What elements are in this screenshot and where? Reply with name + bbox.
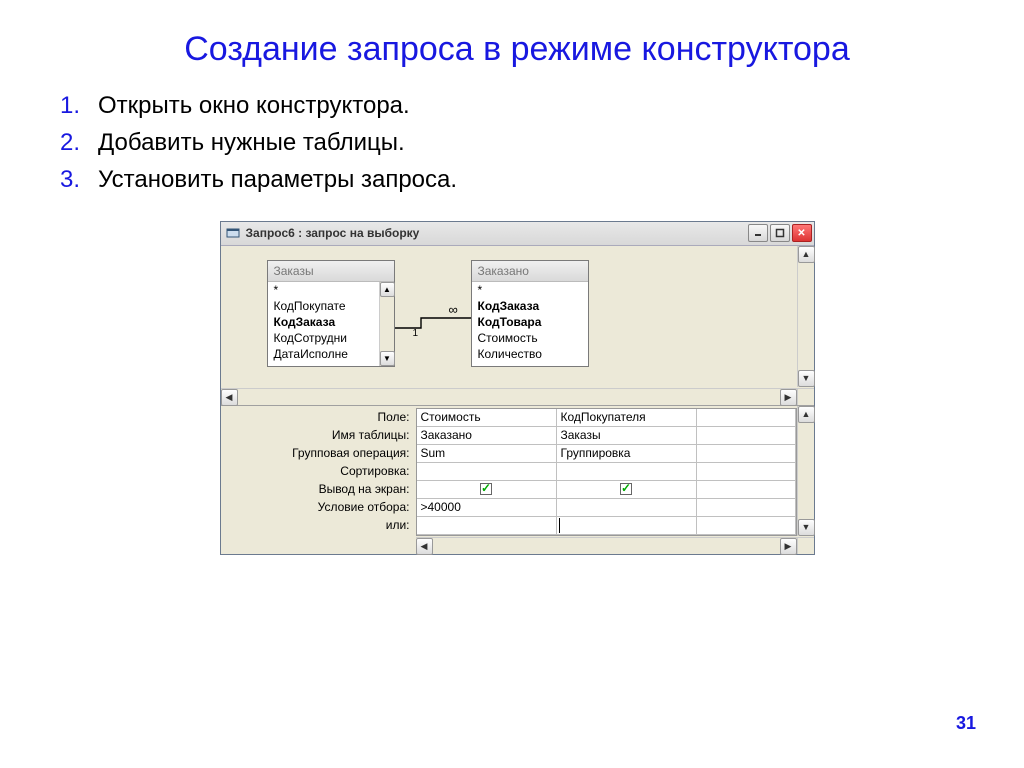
app-icon [225, 225, 241, 241]
scroll-down-icon[interactable]: ▼ [380, 351, 395, 366]
field-item[interactable]: * [472, 282, 588, 298]
grid-cell-empty[interactable] [697, 445, 796, 463]
field-item[interactable]: КодЗаказа [472, 298, 588, 314]
step-item: 3.Установить параметры запроса. [60, 161, 974, 198]
row-label: Групповая операция: [221, 444, 416, 462]
pane-hscrollbar[interactable]: ◀ ▶ [221, 388, 797, 405]
relationship-line [393, 306, 473, 346]
relation-left-cardinality: 1 [413, 328, 419, 339]
grid-cell-or[interactable] [417, 517, 557, 535]
pane-vscrollbar[interactable]: ▲ ▼ [797, 246, 814, 387]
field-item[interactable]: КодСотрудни [268, 330, 394, 346]
window-titlebar[interactable]: Запрос6 : запрос на выборку ✕ [221, 222, 814, 246]
grid-cell-table[interactable]: Заказано [417, 427, 557, 445]
row-label: Поле: [221, 408, 416, 426]
grid-cell-groupop[interactable]: Группировка [557, 445, 697, 463]
table-header: Заказы [268, 261, 394, 282]
grid-cell-sort[interactable] [417, 463, 557, 481]
grid-cell-criteria[interactable]: >40000 [417, 499, 557, 517]
grid-cell-empty[interactable] [697, 427, 796, 445]
grid-cell-show[interactable] [557, 481, 697, 499]
grid-cell-empty[interactable] [697, 409, 796, 427]
close-button[interactable]: ✕ [792, 224, 812, 242]
page-number: 31 [956, 713, 976, 734]
scroll-down-icon[interactable]: ▼ [798, 519, 815, 536]
scroll-up-icon[interactable]: ▲ [380, 282, 395, 297]
grid-cell-sort[interactable] [557, 463, 697, 481]
field-scrollbar[interactable]: ▲ ▼ [379, 282, 394, 366]
grid-cell-table[interactable]: Заказы [557, 427, 697, 445]
relation-right-cardinality: ∞ [449, 302, 458, 317]
checkbox-icon[interactable] [480, 483, 492, 495]
minimize-button[interactable] [748, 224, 768, 242]
row-label: или: [221, 516, 416, 534]
row-label: Вывод на экран: [221, 480, 416, 498]
grid-cell-groupop[interactable]: Sum [417, 445, 557, 463]
scroll-up-icon[interactable]: ▲ [798, 406, 815, 423]
scroll-left-icon[interactable]: ◀ [416, 538, 433, 555]
grid-cell-empty[interactable] [697, 517, 796, 535]
steps-list: 1.Открыть окно конструктора. 2.Добавить … [60, 87, 974, 199]
scroll-down-icon[interactable]: ▼ [798, 370, 815, 387]
grid-cell-show[interactable] [417, 481, 557, 499]
checkbox-icon[interactable] [620, 483, 632, 495]
table-box-zakazano[interactable]: Заказано * КодЗаказа КодТовара Стоимость… [471, 260, 589, 367]
grid-cell-empty[interactable] [697, 499, 796, 517]
field-item[interactable]: ДатаИсполне [268, 346, 394, 362]
field-item[interactable]: КодПокупате [268, 298, 394, 314]
grid-cell-field[interactable]: КодПокупателя [557, 409, 697, 427]
grid-vscrollbar[interactable]: ▲ ▼ [797, 406, 814, 536]
row-label: Имя таблицы: [221, 426, 416, 444]
qbe-grid[interactable]: Стоимость КодПокупателя Заказано Заказы … [416, 408, 797, 536]
field-item[interactable]: Стоимость [472, 330, 588, 346]
grid-hscrollbar[interactable]: ◀ ▶ [416, 537, 797, 554]
row-label: Сортировка: [221, 462, 416, 480]
table-header: Заказано [472, 261, 588, 282]
scroll-corner [797, 388, 814, 405]
table-box-zakazy[interactable]: Заказы * КодПокупате КодЗаказа КодСотруд… [267, 260, 395, 367]
grid-cell-field[interactable]: Стоимость [417, 409, 557, 427]
scroll-right-icon[interactable]: ▶ [780, 538, 797, 555]
scroll-corner [797, 537, 814, 554]
scroll-up-icon[interactable]: ▲ [798, 246, 815, 263]
row-label: Условие отбора: [221, 498, 416, 516]
grid-cell-or[interactable] [557, 517, 697, 535]
slide-title: Создание запроса в режиме конструктора [60, 30, 974, 69]
design-grid-pane: Поле: Имя таблицы: Групповая операция: С… [221, 406, 814, 554]
scroll-right-icon[interactable]: ▶ [780, 389, 797, 406]
grid-cell-criteria[interactable] [557, 499, 697, 517]
step-item: 2.Добавить нужные таблицы. [60, 124, 974, 161]
window-title: Запрос6 : запрос на выборку [246, 226, 748, 240]
field-item[interactable]: КодЗаказа [268, 314, 394, 330]
access-window: Запрос6 : запрос на выборку ✕ Заказы * К… [220, 221, 815, 555]
field-item[interactable]: КодТовара [472, 314, 588, 330]
row-labels-column: Поле: Имя таблицы: Групповая операция: С… [221, 406, 416, 554]
grid-cell-empty[interactable] [697, 463, 796, 481]
maximize-button[interactable] [770, 224, 790, 242]
grid-cell-empty[interactable] [697, 481, 796, 499]
field-item[interactable]: Количество [472, 346, 588, 362]
scroll-left-icon[interactable]: ◀ [221, 389, 238, 406]
field-item[interactable]: * [268, 282, 394, 298]
step-item: 1.Открыть окно конструктора. [60, 87, 974, 124]
relationships-pane[interactable]: Заказы * КодПокупате КодЗаказа КодСотруд… [221, 246, 814, 406]
